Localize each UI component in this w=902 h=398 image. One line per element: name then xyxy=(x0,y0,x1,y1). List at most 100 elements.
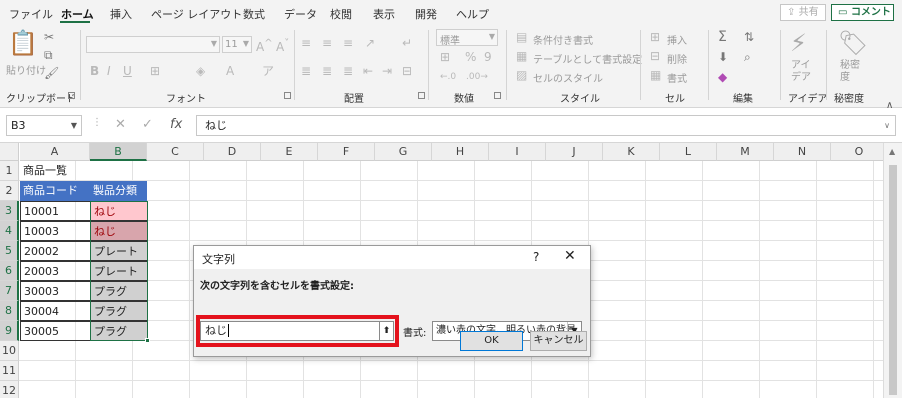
row-header-1[interactable]: 1 xyxy=(0,161,19,181)
share-button[interactable]: ⇪ 共有 xyxy=(780,4,826,21)
paste-label[interactable]: 貼り付け xyxy=(6,62,46,77)
cell-a6[interactable]: 20003 xyxy=(20,261,91,281)
cell-styles-icon[interactable]: ▨ xyxy=(516,68,527,82)
row-header-5[interactable]: 5 xyxy=(0,241,19,261)
indent-icon[interactable]: ⇤ xyxy=(363,64,373,78)
cell-b2[interactable]: 製品分類 xyxy=(90,181,147,201)
formula-input[interactable]: ねじ ∨ xyxy=(196,115,896,136)
insert-function-icon[interactable]: fx xyxy=(170,117,182,132)
bold-icon[interactable]: B xyxy=(90,64,99,78)
row-header-12[interactable]: 12 xyxy=(0,381,19,398)
sensitivity-icon[interactable]: 🏷 xyxy=(838,30,868,56)
fill-handle[interactable] xyxy=(145,338,150,343)
cell-b7[interactable]: プラグ xyxy=(90,281,148,301)
increase-decimal-icon[interactable]: ←.0 xyxy=(440,70,456,84)
align-top-icon[interactable]: ≡ xyxy=(301,36,311,50)
cell-styles-button[interactable]: セルのスタイル xyxy=(533,70,603,85)
column-header-h[interactable]: H xyxy=(432,143,489,161)
fill-icon[interactable]: ⬇ xyxy=(718,50,728,64)
conditional-format-button[interactable]: 条件付き書式 xyxy=(533,32,593,47)
phonetic-icon[interactable]: ア xyxy=(262,64,274,78)
column-header-c[interactable]: C xyxy=(147,143,204,161)
confirm-entry-icon[interactable]: ✓ xyxy=(142,117,153,132)
grow-font-icon[interactable]: A^ xyxy=(256,37,273,54)
align-center-icon[interactable]: ≣ xyxy=(322,64,332,78)
find-select-icon[interactable]: ⌕ xyxy=(744,50,751,64)
font-launcher-icon[interactable] xyxy=(284,92,291,99)
column-header-n[interactable]: N xyxy=(774,143,831,161)
underline-icon[interactable]: U xyxy=(123,64,132,78)
number-launcher-icon[interactable] xyxy=(494,92,501,99)
tab-file[interactable]: ファイル xyxy=(9,6,53,22)
cell-a4[interactable]: 10003 xyxy=(20,221,91,241)
format-cells-icon[interactable]: ▦ xyxy=(650,68,661,82)
insert-cells-icon[interactable]: ⊞ xyxy=(650,30,660,44)
tab-page-layout[interactable]: ページ レイアウト xyxy=(151,6,242,22)
wrap-text-icon[interactable]: ↵ xyxy=(402,36,412,50)
cell-b8[interactable]: プラグ xyxy=(90,301,148,321)
column-header-e[interactable]: E xyxy=(261,143,318,161)
cell-a9[interactable]: 30005 xyxy=(20,321,91,341)
vertical-scrollbar[interactable]: ▲ xyxy=(883,143,902,398)
conditional-format-icon[interactable]: ▤ xyxy=(516,30,527,44)
scroll-up-icon[interactable]: ▲ xyxy=(889,147,895,156)
row-header-9[interactable]: 9 xyxy=(0,321,19,341)
tab-insert[interactable]: 挿入 xyxy=(110,6,132,22)
cut-icon[interactable]: ✂ xyxy=(44,30,54,44)
tab-developer[interactable]: 開発 xyxy=(415,6,437,22)
column-header-a[interactable]: A xyxy=(20,143,90,161)
align-bottom-icon[interactable]: ≡ xyxy=(343,36,353,50)
cell-b4[interactable]: ねじ xyxy=(90,221,148,241)
italic-icon[interactable]: I xyxy=(107,64,111,78)
format-as-table-icon[interactable]: ▦ xyxy=(516,49,527,63)
row-header-8[interactable]: 8 xyxy=(0,301,19,321)
shrink-font-icon[interactable]: A˅ xyxy=(276,37,289,54)
format-as-table-button[interactable]: テーブルとして書式設定 xyxy=(533,51,642,66)
sensitivity-button[interactable]: 秘密度 xyxy=(840,60,864,84)
align-middle-icon[interactable]: ≡ xyxy=(322,36,332,50)
percent-icon[interactable]: % xyxy=(465,50,476,64)
cell-a8[interactable]: 30004 xyxy=(20,301,91,321)
column-header-g[interactable]: G xyxy=(375,143,432,161)
row-header-3[interactable]: 3 xyxy=(0,201,19,221)
outdent-icon[interactable]: ⇥ xyxy=(382,64,392,78)
copy-icon[interactable]: ⧉ xyxy=(44,48,53,62)
row-header-6[interactable]: 6 xyxy=(0,261,19,281)
cell-a1[interactable]: 商品一覧 xyxy=(20,161,90,181)
borders-icon[interactable]: ⊞ xyxy=(150,64,160,78)
delete-cells-button[interactable]: 削除 xyxy=(667,51,687,66)
row-header-4[interactable]: 4 xyxy=(0,221,19,241)
cell-a7[interactable]: 30003 xyxy=(20,281,91,301)
column-header-b[interactable]: B xyxy=(90,143,147,161)
format-cells-button[interactable]: 書式 xyxy=(667,70,687,85)
currency-icon[interactable]: ⊞ xyxy=(440,50,450,64)
column-header-o[interactable]: O xyxy=(831,143,888,161)
decrease-decimal-icon[interactable]: .00→ xyxy=(466,70,488,84)
column-header-i[interactable]: I xyxy=(489,143,546,161)
row-header-2[interactable]: 2 xyxy=(0,181,19,201)
cell-a2[interactable]: 商品コード xyxy=(20,181,90,201)
cancel-entry-icon[interactable]: ✕ xyxy=(115,117,126,132)
cell-b6[interactable]: プレート xyxy=(90,261,148,281)
autosum-icon[interactable]: Σ xyxy=(718,30,727,44)
fill-color-icon[interactable]: ◈ xyxy=(196,64,205,78)
paste-icon[interactable]: 📋 xyxy=(8,30,38,56)
column-header-l[interactable]: L xyxy=(660,143,717,161)
number-format-combo[interactable]: 標準 ▼ xyxy=(436,29,498,47)
column-header-j[interactable]: J xyxy=(546,143,603,161)
clear-icon[interactable]: ◆ xyxy=(718,70,727,84)
column-header-k[interactable]: K xyxy=(603,143,660,161)
close-icon[interactable]: ✕ xyxy=(564,248,576,264)
ideas-button[interactable]: アイデア xyxy=(791,60,813,84)
cell-b3[interactable]: ねじ xyxy=(90,201,148,221)
font-size-combo[interactable]: 11 ▼ xyxy=(222,36,252,53)
format-painter-icon[interactable]: 🖌 xyxy=(44,66,59,80)
font-color-icon[interactable]: A xyxy=(226,64,234,78)
alignment-launcher-icon[interactable] xyxy=(418,92,425,99)
row-header-7[interactable]: 7 xyxy=(0,281,19,301)
cell-a3[interactable]: 10001 xyxy=(20,201,91,221)
delete-cells-icon[interactable]: ⊟ xyxy=(650,49,660,63)
ok-button[interactable]: OK xyxy=(460,331,523,351)
orientation-icon[interactable]: ↗ xyxy=(365,36,375,50)
tab-review[interactable]: 校閲 xyxy=(330,6,352,22)
